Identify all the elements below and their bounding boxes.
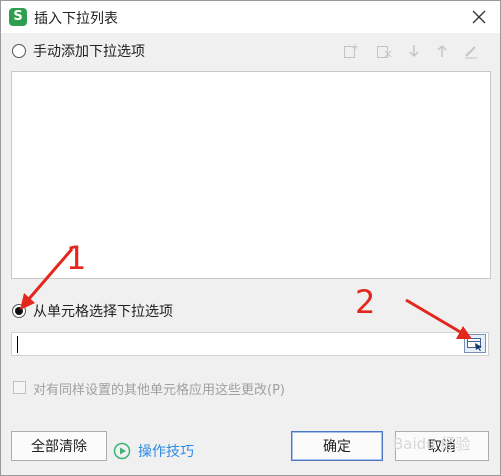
- delete-item-icon[interactable]: [376, 43, 392, 59]
- manual-option-label: 手动添加下拉选项: [33, 44, 145, 60]
- move-down-icon[interactable]: [406, 43, 422, 59]
- cell-range-input[interactable]: [11, 332, 489, 356]
- apply-to-others-checkbox[interactable]: [13, 381, 26, 394]
- add-item-icon[interactable]: [343, 43, 359, 59]
- title-bar: S 插入下拉列表: [1, 1, 500, 33]
- annotation-number-2: 2: [355, 283, 376, 321]
- ok-button[interactable]: 确定: [291, 431, 383, 461]
- from-cells-option-label: 从单元格选择下拉选项: [33, 304, 173, 320]
- range-select-icon: [467, 338, 482, 351]
- edit-icon[interactable]: [463, 43, 479, 59]
- dialog-title: 插入下拉列表: [34, 11, 118, 27]
- annotation-number-1: 1: [66, 239, 87, 277]
- watermark: Baidu 经验: [393, 435, 471, 453]
- from-cells-option-radio[interactable]: [12, 304, 26, 318]
- clear-all-button[interactable]: 全部清除: [11, 431, 107, 461]
- move-up-icon[interactable]: [434, 43, 450, 59]
- select-range-button[interactable]: [464, 334, 486, 353]
- dialog-window: S 插入下拉列表 手动添加下拉选项 从单元格选择下拉选项 对有同样设置的其他单元…: [0, 0, 501, 476]
- close-icon: [472, 10, 486, 24]
- tips-play-icon[interactable]: [113, 442, 131, 460]
- wps-app-icon: S: [9, 8, 27, 26]
- close-button[interactable]: [467, 5, 491, 29]
- apply-to-others-label: 对有同样设置的其他单元格应用这些更改(P): [33, 383, 285, 398]
- text-caret: [17, 336, 18, 353]
- tips-link[interactable]: 操作技巧: [138, 441, 194, 461]
- manual-option-radio[interactable]: [12, 44, 26, 58]
